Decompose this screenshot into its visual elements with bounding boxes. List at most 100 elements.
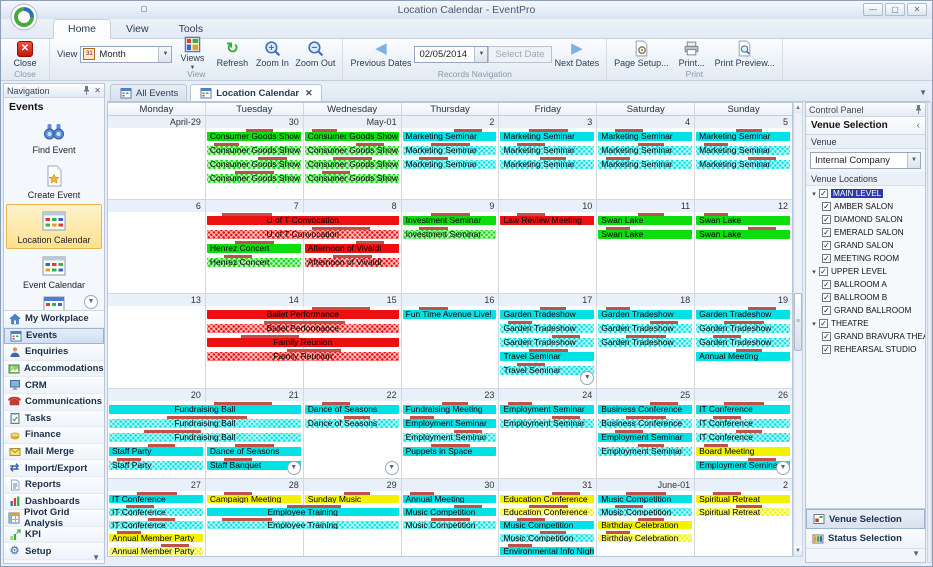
calendar-cell[interactable]: 24 Employment Seminar Employment Seminar <box>499 389 598 478</box>
calendar-event[interactable]: Fundraising Ball <box>109 416 301 428</box>
collapse-section-icon[interactable]: ‹ <box>917 120 920 131</box>
tab-location-calendar[interactable]: Location Calendar ✕ <box>190 84 322 101</box>
calendar-event[interactable]: IT Conference <box>696 430 791 442</box>
calendar-event[interactable]: Employment Seminar <box>598 430 693 442</box>
calendar-event[interactable]: Employment Seminar <box>500 416 595 428</box>
date-picker[interactable]: 02/05/2014 ▼ <box>414 45 489 63</box>
overflow-chevron-icon[interactable]: ▼ <box>384 461 399 475</box>
sidebar-item-setup[interactable]: ⚙ Setup <box>4 543 104 560</box>
calendar-event[interactable]: Music Competition <box>402 505 497 516</box>
calendar-event[interactable]: Music Competition <box>402 518 497 529</box>
calendar-event[interactable]: Garden Tradeshow <box>696 335 791 347</box>
calendar-cell[interactable]: May-01 Consumer Goods Show Consumer Goods … <box>303 116 402 199</box>
calendar-cell[interactable]: 26 IT Conference IT Conference IT Conferenc… <box>695 389 792 478</box>
tree-item-ballroom-a[interactable]: ✓ BALLROOM A <box>806 278 925 291</box>
checkbox-icon[interactable]: ✓ <box>819 319 828 328</box>
sidebar-item-finance[interactable]: Finance <box>4 427 104 444</box>
calendar-event[interactable]: Garden Tradeshow <box>696 321 791 333</box>
scroll-down-icon[interactable]: ▼ <box>794 546 802 556</box>
checkbox-icon[interactable]: ✓ <box>822 332 831 341</box>
calendar-event[interactable]: Garden Tradeshow <box>598 307 693 319</box>
calendar-event[interactable]: Fundraising Ball <box>109 430 301 442</box>
calendar-event[interactable]: Investment Seminar <box>402 213 497 225</box>
views-button[interactable]: Views ▼ <box>172 34 212 74</box>
sidebar-item-mail-merge[interactable]: Mail Merge <box>4 443 104 461</box>
calendar-event[interactable]: Spiritual Retreat <box>696 505 791 516</box>
calendar-event[interactable]: Music Competition <box>500 518 595 529</box>
close-button[interactable]: ✕ Close <box>5 39 45 70</box>
calendar-event[interactable]: IT Conference <box>109 518 203 529</box>
expand-arrow-icon[interactable]: ▾ <box>809 190 819 198</box>
calendar-event[interactable]: Annual Member Party <box>109 544 203 555</box>
checkbox-icon[interactable]: ✓ <box>822 345 831 354</box>
calendar-cell[interactable]: 10 Law Review Meeting <box>499 200 598 293</box>
calendar-cell[interactable]: June-01 Music Competition Music Competitio… <box>597 479 696 556</box>
sidebar-item-location-calendar[interactable]: Location Calendar <box>6 204 102 249</box>
calendar-cell[interactable]: 20 Fundraising Ball Fundraising Ball Fundra… <box>108 389 301 478</box>
panel-button-venue-selection[interactable]: Venue Selection <box>806 509 925 529</box>
calendar-event[interactable]: Campaign Meeting <box>206 492 301 503</box>
expand-arrow-icon[interactable]: ▾ <box>809 268 819 276</box>
calendar-cell[interactable]: 30 Annual Meeting Music Competition Music C… <box>401 479 500 556</box>
quick-access-icon[interactable] <box>141 6 147 12</box>
calendar-event[interactable]: Consumer Goods Show <box>206 129 301 141</box>
calendar-event[interactable]: Consumer Goods Show <box>304 143 399 155</box>
sidebar-item-reports[interactable]: Reports <box>4 476 104 494</box>
checkbox-icon[interactable]: ✓ <box>822 280 831 289</box>
tree-item-theatre[interactable]: ▾ ✓ THEATRE <box>806 317 925 330</box>
previous-dates-button[interactable]: ◀ Previous Dates <box>347 39 414 70</box>
calendar-cell[interactable]: 27 IT Conference IT Conference IT Conferenc… <box>108 479 206 556</box>
scrollbar-thumb[interactable]: ≡ <box>794 293 802 352</box>
calendar-cell[interactable]: 13 <box>108 294 206 388</box>
sidebar-item-import-export[interactable]: ⇄ Import/Export <box>4 460 104 477</box>
checkbox-icon[interactable]: ✓ <box>819 189 828 198</box>
calendar-event[interactable]: Fun Time Avenue Live! <box>402 307 497 319</box>
overflow-chevron-icon[interactable]: ▼ <box>580 371 595 385</box>
calendar-event[interactable]: Swan Lake <box>696 213 791 225</box>
calendar-event[interactable]: Marketing Seminar <box>500 143 595 155</box>
calendar-event[interactable]: U of T Convocation <box>206 227 399 239</box>
calendar-event[interactable]: Marketing Seminar <box>598 157 693 169</box>
calendar-event[interactable]: Swan Lake <box>696 227 791 239</box>
close-tab-icon[interactable]: ✕ <box>305 88 313 99</box>
calendar-event[interactable]: Garden Tradeshow <box>500 307 595 319</box>
calendar-event[interactable]: Swan Lake <box>598 227 693 239</box>
select-date-button[interactable]: Select Date <box>488 45 552 63</box>
calendar-event[interactable]: Fundraising Ball <box>109 402 301 414</box>
calendar-event[interactable]: Consumer Goods Show <box>206 171 301 183</box>
tab-home[interactable]: Home <box>53 19 112 39</box>
nav-collapse-chevron-icon[interactable]: ▼ <box>92 553 100 562</box>
tab-all-events[interactable]: All Events <box>110 84 188 101</box>
calendar-event[interactable]: Annual Member Party <box>109 531 203 542</box>
calendar-event[interactable]: Birthday Celebration <box>598 531 693 542</box>
sidebar-item-kpi[interactable]: KPI <box>4 526 104 544</box>
calendar-event[interactable]: Board Meeting <box>696 444 791 456</box>
calendar-event[interactable]: Music Competition <box>598 505 693 516</box>
calendar-scrollbar[interactable]: ▲ ≡ ▼ <box>793 102 803 557</box>
calendar-event[interactable]: IT Conference <box>696 402 791 414</box>
sidebar-item-communications[interactable]: ☎ Communications <box>4 393 104 411</box>
panel-collapse-chevron-icon[interactable]: ▼ <box>806 549 925 562</box>
calendar-event[interactable]: Garden Tradeshow <box>598 321 693 333</box>
tree-item-amber-salon[interactable]: ✓ AMBER SALON <box>806 200 925 213</box>
calendar-cell[interactable]: 17 Garden Tradeshow Garden Tradeshow Garden… <box>499 294 598 388</box>
panel-button-status-selection[interactable]: Status Selection <box>806 529 925 549</box>
calendar-cell[interactable]: 19 Garden Tradeshow Garden Tradeshow Garden… <box>695 294 792 388</box>
calendar-cell[interactable]: 22 Dance of Seasons Dance of Seasons ▼ <box>303 389 402 478</box>
calendar-event[interactable]: Sunday Music <box>304 492 399 503</box>
tree-item-main-level[interactable]: ▾ ✓ MAIN LEVEL <box>806 187 925 200</box>
calendar-event[interactable]: Swan Lake <box>598 213 693 225</box>
calendar-event[interactable]: Employee Training <box>206 518 399 529</box>
calendar-event[interactable]: Ballet Performance <box>206 321 399 333</box>
calendar-event[interactable]: Puppets in Space <box>402 444 497 456</box>
calendar-event[interactable]: Music Competition <box>598 492 693 503</box>
calendar-event[interactable]: Investment Seminar <box>402 227 497 239</box>
refresh-button[interactable]: ↻ Refresh <box>212 39 252 70</box>
calendar-cell[interactable]: 18 Garden Tradeshow Garden Tradeshow Garden… <box>597 294 696 388</box>
sidebar-item-enquiries[interactable]: Enquiries <box>4 344 104 361</box>
close-window-button[interactable]: ✕ <box>907 3 927 16</box>
calendar-event[interactable]: Consumer Goods Show <box>206 157 301 169</box>
calendar-event[interactable]: Staff Party <box>109 444 203 456</box>
checkbox-icon[interactable]: ✓ <box>822 241 831 250</box>
calendar-event[interactable]: Dance of Seasons <box>206 444 301 456</box>
